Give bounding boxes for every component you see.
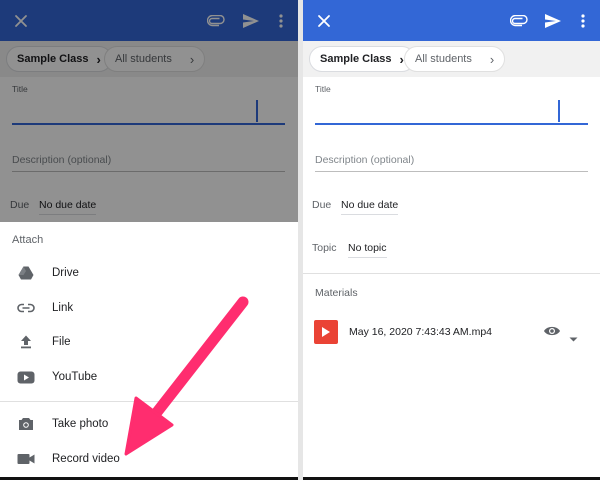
drive-icon (0, 266, 50, 280)
right-screen: Sample Class › All students › Title Desc… (303, 0, 600, 480)
attach-record-video-item[interactable]: Record video (0, 444, 298, 474)
attach-icon[interactable] (506, 8, 532, 34)
material-file-name: May 16, 2020 7:43:43 AM.mp4 (349, 326, 493, 338)
more-vert-icon[interactable] (570, 8, 596, 34)
link-icon (0, 303, 50, 313)
title-field[interactable] (315, 123, 588, 125)
attach-drive-item[interactable]: Drive (0, 258, 298, 288)
topic-value[interactable]: No topic (348, 242, 387, 258)
due-value[interactable]: No due date (341, 199, 399, 215)
play-icon (314, 320, 338, 344)
app-bar (303, 0, 600, 41)
camera-icon (0, 417, 50, 431)
students-chip-label: All students (415, 53, 472, 65)
attach-item-label: Take photo (52, 418, 109, 430)
topic-label: Topic (312, 242, 337, 254)
attach-item-label: Record video (52, 453, 120, 465)
close-icon[interactable] (311, 8, 337, 34)
class-chip[interactable]: Sample Class › (309, 46, 415, 72)
videocam-icon (0, 453, 50, 465)
attach-item-label: File (52, 336, 71, 348)
attach-link-item[interactable]: Link (0, 293, 298, 323)
attach-sheet-title: Attach (12, 234, 44, 246)
due-label: Due (312, 199, 332, 211)
modal-scrim[interactable] (0, 0, 298, 222)
description-underline (315, 171, 588, 172)
attach-item-label: YouTube (52, 371, 98, 383)
class-chip-label: Sample Class (320, 53, 392, 65)
attach-file-item[interactable]: File (0, 327, 298, 357)
description-field[interactable]: Description (optional) (315, 154, 414, 166)
breadcrumb: Sample Class › All students › (303, 41, 600, 77)
upload-icon (0, 335, 50, 349)
materials-heading: Materials (315, 287, 358, 299)
attach-sheet: Attach Drive Link File YouTube Take phot… (0, 222, 298, 480)
section-divider (303, 273, 600, 274)
attach-sheet-divider (0, 401, 298, 402)
attach-item-label: Drive (52, 267, 79, 279)
left-screen: Sample Class › All students › Title Desc… (0, 0, 298, 480)
chevron-right-icon: › (489, 51, 495, 67)
send-icon[interactable] (540, 8, 566, 34)
chevron-down-icon[interactable] (569, 329, 578, 347)
eye-icon[interactable] (543, 324, 561, 343)
students-chip[interactable]: All students › (404, 46, 506, 72)
attach-take-photo-item[interactable]: Take photo (0, 409, 298, 439)
youtube-icon (0, 371, 50, 384)
attach-youtube-item[interactable]: YouTube (0, 362, 298, 392)
text-cursor (558, 100, 560, 122)
title-label: Title (315, 84, 331, 94)
attach-item-label: Link (52, 302, 74, 314)
material-item[interactable]: May 16, 2020 7:43:43 AM.mp4 (303, 318, 600, 346)
